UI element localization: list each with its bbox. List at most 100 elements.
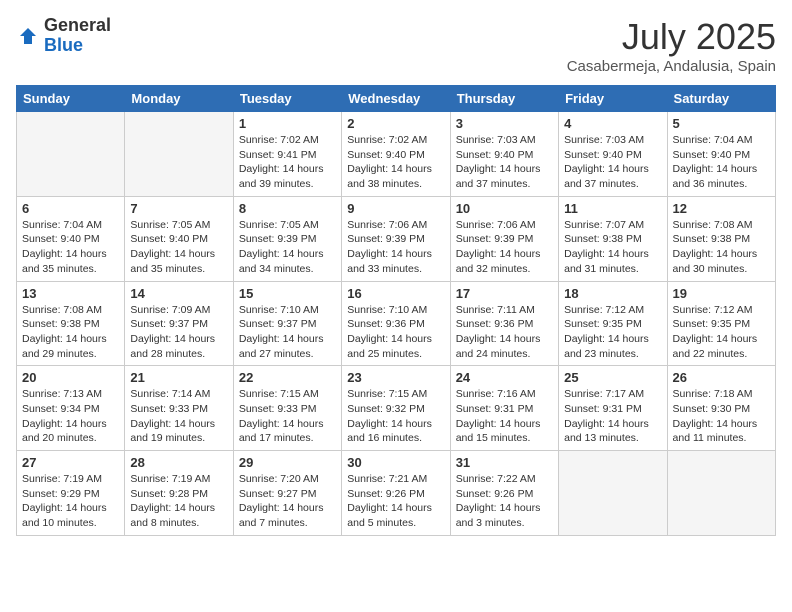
calendar-cell [17, 112, 125, 197]
weekday-header-thursday: Thursday [450, 86, 558, 112]
calendar-cell: 25 Sunrise: 7:17 AMSunset: 9:31 PMDayligh… [559, 366, 667, 451]
day-info: Sunrise: 7:17 AMSunset: 9:31 PMDaylight:… [564, 387, 661, 446]
calendar-cell: 16Sunrise: 7:10 AMSunset: 9:36 PMDayligh… [342, 281, 450, 366]
day-info: Sunrise: 7:12 AMSunset: 9:35 PMDaylight:… [673, 303, 770, 362]
day-info: Sunrise: 7:19 AMSunset: 9:29 PMDaylight:… [22, 472, 119, 531]
day-info: Sunrise: 7:19 AMSunset: 9:28 PMDaylight:… [130, 472, 227, 531]
day-info: Sunrise: 7:15 AMSunset: 9:32 PMDaylight:… [347, 387, 444, 446]
day-info: Sunrise: 7:10 AMSunset: 9:37 PMDaylight:… [239, 303, 336, 362]
month-title: July 2025 [567, 16, 776, 58]
day-number: 9 [347, 201, 444, 216]
day-number: 11 [564, 201, 661, 216]
calendar-week-3: 13 Sunrise: 7:08 AMSunset: 9:38 PMDayligh… [17, 281, 776, 366]
day-number: 15 [239, 286, 336, 301]
day-info: Sunrise: 7:16 AMSunset: 9:31 PMDaylight:… [456, 387, 553, 446]
day-number: 5 [673, 116, 770, 131]
day-number: 30 [347, 455, 444, 470]
day-number: 25 [564, 370, 661, 385]
weekday-header-friday: Friday [559, 86, 667, 112]
day-info: Sunrise: 7:05 AMSunset: 9:40 PMDaylight:… [130, 218, 227, 277]
day-number: 24 [456, 370, 553, 385]
calendar-cell: 6 Sunrise: 7:04 AMSunset: 9:40 PMDaylight… [17, 196, 125, 281]
calendar-cell: 18Sunrise: 7:12 AMSunset: 9:35 PMDayligh… [559, 281, 667, 366]
day-info: Sunrise: 7:04 AMSunset: 9:40 PMDaylight:… [673, 133, 770, 192]
day-info: Sunrise: 7:07 AMSunset: 9:38 PMDaylight:… [564, 218, 661, 277]
day-number: 8 [239, 201, 336, 216]
location-text: Casabermeja, Andalusia, Spain [567, 58, 776, 75]
calendar-cell: 2 Sunrise: 7:02 AMSunset: 9:40 PMDaylight… [342, 112, 450, 197]
calendar-week-5: 27 Sunrise: 7:19 AMSunset: 9:29 PMDayligh… [17, 451, 776, 536]
day-info: Sunrise: 7:14 AMSunset: 9:33 PMDaylight:… [130, 387, 227, 446]
calendar-cell [667, 451, 775, 536]
calendar-table: SundayMondayTuesdayWednesdayThursdayFrid… [16, 85, 776, 536]
day-number: 14 [130, 286, 227, 301]
day-info: Sunrise: 7:20 AMSunset: 9:27 PMDaylight:… [239, 472, 336, 531]
calendar-cell: 30 Sunrise: 7:21 AMSunset: 9:26 PMDayligh… [342, 451, 450, 536]
day-number: 1 [239, 116, 336, 131]
calendar-week-4: 20 Sunrise: 7:13 AMSunset: 9:34 PMDayligh… [17, 366, 776, 451]
calendar-cell: 4Sunrise: 7:03 AMSunset: 9:40 PMDaylight… [559, 112, 667, 197]
day-info: Sunrise: 7:08 AMSunset: 9:38 PMDaylight:… [22, 303, 119, 362]
calendar-cell: 27 Sunrise: 7:19 AMSunset: 9:29 PMDayligh… [17, 451, 125, 536]
day-number: 21 [130, 370, 227, 385]
day-info: Sunrise: 7:18 AMSunset: 9:30 PMDaylight:… [673, 387, 770, 446]
day-number: 13 [22, 286, 119, 301]
day-number: 29 [239, 455, 336, 470]
day-info: Sunrise: 7:08 AMSunset: 9:38 PMDaylight:… [673, 218, 770, 277]
day-number: 17 [456, 286, 553, 301]
calendar-cell [559, 451, 667, 536]
calendar-cell: 7Sunrise: 7:05 AMSunset: 9:40 PMDaylight… [125, 196, 233, 281]
calendar-cell: 21 Sunrise: 7:14 AMSunset: 9:33 PMDayligh… [125, 366, 233, 451]
calendar-cell: 22Sunrise: 7:15 AMSunset: 9:33 PMDayligh… [233, 366, 341, 451]
day-info: Sunrise: 7:06 AMSunset: 9:39 PMDaylight:… [347, 218, 444, 277]
calendar-cell: 15 Sunrise: 7:10 AMSunset: 9:37 PMDayligh… [233, 281, 341, 366]
day-number: 4 [564, 116, 661, 131]
day-info: Sunrise: 7:15 AMSunset: 9:33 PMDaylight:… [239, 387, 336, 446]
calendar-week-2: 6 Sunrise: 7:04 AMSunset: 9:40 PMDaylight… [17, 196, 776, 281]
day-number: 6 [22, 201, 119, 216]
weekday-header-sunday: Sunday [17, 86, 125, 112]
calendar-cell: 3Sunrise: 7:03 AMSunset: 9:40 PMDaylight… [450, 112, 558, 197]
day-info: Sunrise: 7:22 AMSunset: 9:26 PMDaylight:… [456, 472, 553, 531]
calendar-cell: 13 Sunrise: 7:08 AMSunset: 9:38 PMDayligh… [17, 281, 125, 366]
day-info: Sunrise: 7:11 AMSunset: 9:36 PMDaylight:… [456, 303, 553, 362]
page-header: General Blue July 2025 Casabermeja, Anda… [16, 16, 776, 75]
day-info: Sunrise: 7:02 AMSunset: 9:40 PMDaylight:… [347, 133, 444, 192]
day-info: Sunrise: 7:03 AMSunset: 9:40 PMDaylight:… [456, 133, 553, 192]
day-number: 20 [22, 370, 119, 385]
calendar-cell: 12 Sunrise: 7:08 AMSunset: 9:38 PMDayligh… [667, 196, 775, 281]
weekday-header-monday: Monday [125, 86, 233, 112]
day-info: Sunrise: 7:05 AMSunset: 9:39 PMDaylight:… [239, 218, 336, 277]
weekday-header-wednesday: Wednesday [342, 86, 450, 112]
calendar-cell: 28Sunrise: 7:19 AMSunset: 9:28 PMDayligh… [125, 451, 233, 536]
calendar-week-1: 1 Sunrise: 7:02 AMSunset: 9:41 PMDaylight… [17, 112, 776, 197]
calendar-cell: 17 Sunrise: 7:11 AMSunset: 9:36 PMDayligh… [450, 281, 558, 366]
calendar-cell: 31Sunrise: 7:22 AMSunset: 9:26 PMDayligh… [450, 451, 558, 536]
calendar-cell: 9 Sunrise: 7:06 AMSunset: 9:39 PMDaylight… [342, 196, 450, 281]
logo: General Blue [16, 16, 111, 56]
calendar-cell: 10Sunrise: 7:06 AMSunset: 9:39 PMDayligh… [450, 196, 558, 281]
calendar-cell: 14 Sunrise: 7:09 AMSunset: 9:37 PMDayligh… [125, 281, 233, 366]
calendar-cell: 20 Sunrise: 7:13 AMSunset: 9:34 PMDayligh… [17, 366, 125, 451]
day-info: Sunrise: 7:21 AMSunset: 9:26 PMDaylight:… [347, 472, 444, 531]
day-info: Sunrise: 7:10 AMSunset: 9:36 PMDaylight:… [347, 303, 444, 362]
day-info: Sunrise: 7:06 AMSunset: 9:39 PMDaylight:… [456, 218, 553, 277]
day-number: 26 [673, 370, 770, 385]
day-info: Sunrise: 7:02 AMSunset: 9:41 PMDaylight:… [239, 133, 336, 192]
calendar-cell [125, 112, 233, 197]
day-info: Sunrise: 7:09 AMSunset: 9:37 PMDaylight:… [130, 303, 227, 362]
title-area: July 2025 Casabermeja, Andalusia, Spain [567, 16, 776, 75]
weekday-header-saturday: Saturday [667, 86, 775, 112]
weekday-header-tuesday: Tuesday [233, 86, 341, 112]
day-number: 23 [347, 370, 444, 385]
day-number: 2 [347, 116, 444, 131]
calendar-cell: 26 Sunrise: 7:18 AMSunset: 9:30 PMDayligh… [667, 366, 775, 451]
day-info: Sunrise: 7:04 AMSunset: 9:40 PMDaylight:… [22, 218, 119, 277]
day-number: 12 [673, 201, 770, 216]
calendar-cell: 11 Sunrise: 7:07 AMSunset: 9:38 PMDayligh… [559, 196, 667, 281]
day-number: 27 [22, 455, 119, 470]
weekday-header-row: SundayMondayTuesdayWednesdayThursdayFrid… [17, 86, 776, 112]
calendar-cell: 29 Sunrise: 7:20 AMSunset: 9:27 PMDayligh… [233, 451, 341, 536]
day-info: Sunrise: 7:13 AMSunset: 9:34 PMDaylight:… [22, 387, 119, 446]
calendar-cell: 19Sunrise: 7:12 AMSunset: 9:35 PMDayligh… [667, 281, 775, 366]
